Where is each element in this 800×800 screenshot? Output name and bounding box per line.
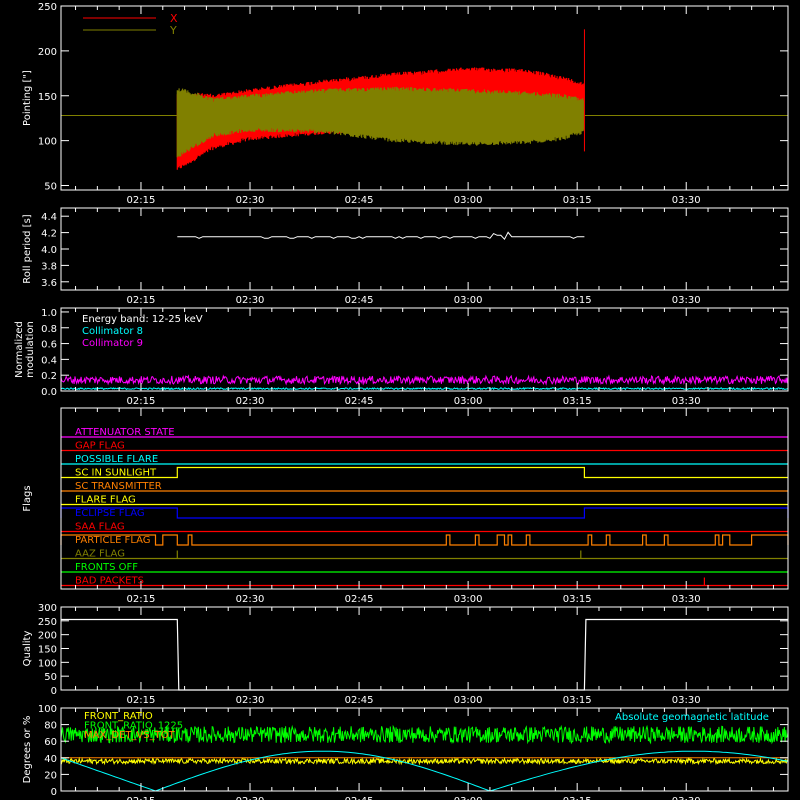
flags-xtick-label: 03:30 xyxy=(672,594,701,605)
flag-label: FLARE FLAG xyxy=(75,495,136,506)
modulation-annotation: Collimator 8 xyxy=(82,326,143,337)
pointing-xtick-label: 02:30 xyxy=(236,195,265,206)
ratios-xtick-label: 02:45 xyxy=(345,796,374,800)
roll-xtick-label: 03:30 xyxy=(672,295,701,306)
flag-label: BAD PACKETS xyxy=(75,576,144,587)
modulation-xtick-label: 03:00 xyxy=(454,396,483,407)
pointing-ylabel: Pointing ["] xyxy=(22,70,33,126)
pointing-ytick-label: 250 xyxy=(38,2,57,13)
modulation-xtick-label: 02:15 xyxy=(127,396,156,407)
pointing-xtick-label: 03:15 xyxy=(563,195,592,206)
modulation-xtick-label: 03:30 xyxy=(672,396,701,407)
ratios-ytick-label: 20 xyxy=(44,770,57,781)
modulation-annotation: Energy band: 12-25 keV xyxy=(82,314,203,325)
quality-xtick-label: 03:00 xyxy=(454,695,483,706)
quality-ytick-label: 250 xyxy=(38,617,57,628)
flags-xtick-label: 02:45 xyxy=(345,594,374,605)
pointing-ytick-label: 100 xyxy=(38,137,57,148)
ratios-ytick-label: 80 xyxy=(44,721,57,732)
roll-xtick-label: 03:00 xyxy=(454,295,483,306)
modulation-ytick-label: 0.8 xyxy=(41,324,57,335)
flag-label: ATTENUATOR STATE xyxy=(75,427,175,438)
flags-xtick-label: 02:15 xyxy=(127,594,156,605)
flag-label: PARTICLE FLAG xyxy=(75,535,151,546)
flag-label: AAZ FLAG xyxy=(75,549,125,560)
roll-ylabel: Roll period [s] xyxy=(22,214,33,283)
ratios-ytick-label: 60 xyxy=(44,737,57,748)
pointing-ytick-label: 200 xyxy=(38,47,57,58)
quality-ytick-label: 100 xyxy=(38,658,57,669)
roll-xtick-label: 03:15 xyxy=(563,295,592,306)
modulation-ytick-label: 0.0 xyxy=(41,387,57,398)
quality-ytick-label: 0 xyxy=(51,686,57,697)
ratios-legend-label: MAX_DET_VS_TOT xyxy=(84,730,176,741)
multi-panel-chart: 02:15 02:30 02:45 03:00 03:15 03:30 Pointing [… xyxy=(0,0,800,800)
ratios-xtick-label: 03:00 xyxy=(454,796,483,800)
roll-ytick-label: 4.4 xyxy=(41,212,57,223)
pointing-xtick-label: 02:15 xyxy=(127,195,156,206)
roll-ytick-label: 4.2 xyxy=(41,229,57,240)
ratios-xtick-label: 03:15 xyxy=(563,796,592,800)
flag-label: ECLIPSE FLAG xyxy=(75,508,145,519)
quality-ylabel: Quality xyxy=(22,631,33,667)
flag-label: GAP FLAG xyxy=(75,441,125,452)
roll-xtick-label: 02:45 xyxy=(345,295,374,306)
quality-xtick-label: 02:30 xyxy=(236,695,265,706)
quality-ytick-label: 200 xyxy=(38,631,57,642)
ratios-ylabel: Degrees or % xyxy=(22,716,33,784)
quality-xtick-label: 03:15 xyxy=(563,695,592,706)
flag-label: SAA FLAG xyxy=(75,522,125,533)
quality-ytick-label: 50 xyxy=(44,672,57,683)
flags-xtick-label: 03:15 xyxy=(563,594,592,605)
modulation-ytick-label: 0.6 xyxy=(41,340,57,351)
ratios-xtick-label: 02:15 xyxy=(127,796,156,800)
modulation-xtick-label: 02:30 xyxy=(236,396,265,407)
flags-xtick-label: 03:00 xyxy=(454,594,483,605)
flag-label: SC IN SUNLIGHT xyxy=(75,468,157,479)
modulation-annotation: Collimator 9 xyxy=(82,338,143,349)
roll-ytick-label: 4.0 xyxy=(41,245,57,256)
quality-xtick-label: 02:45 xyxy=(345,695,374,706)
ratios-ytick-label: 100 xyxy=(38,704,57,715)
quality-ytick-label: 150 xyxy=(38,645,57,656)
quality-xtick-label: 03:30 xyxy=(672,695,701,706)
roll-ytick-label: 3.8 xyxy=(41,261,57,272)
flag-label: FRONTS OFF xyxy=(75,562,138,573)
flag-label: SC TRANSMITTER xyxy=(75,481,162,492)
pointing-xtick-label: 03:00 xyxy=(454,195,483,206)
ratios-annotation: Absolute geomagnetic latitude xyxy=(615,712,769,723)
flags-xtick-label: 02:30 xyxy=(236,594,265,605)
quality-ytick-label: 300 xyxy=(38,603,57,614)
ratios-xtick-label: 03:30 xyxy=(672,796,701,800)
roll-ytick-label: 3.6 xyxy=(41,278,57,289)
roll-xtick-label: 02:30 xyxy=(236,295,265,306)
flags-ylabel: Flags xyxy=(22,485,33,511)
quality-xtick-label: 02:15 xyxy=(127,695,156,706)
modulation-xtick-label: 03:15 xyxy=(563,396,592,407)
modulation-xtick-label: 02:45 xyxy=(345,396,374,407)
modulation-ylabel-2: modulation xyxy=(25,321,36,378)
ratios-xtick-label: 02:30 xyxy=(236,796,265,800)
flag-label: POSSIBLE FLARE xyxy=(75,454,158,465)
modulation-ytick-label: 0.2 xyxy=(41,371,57,382)
pointing-ytick-label: 50 xyxy=(44,182,57,193)
pointing-xtick-label: 02:45 xyxy=(345,195,374,206)
modulation-ylabel-1: Normalized xyxy=(14,321,25,378)
ratios-ytick-label: 40 xyxy=(44,754,57,765)
pointing-xtick-label: 03:30 xyxy=(672,195,701,206)
pointing-ytick-label: 150 xyxy=(38,92,57,103)
ratios-ytick-label: 0 xyxy=(51,787,57,798)
legend-label-Y: Y xyxy=(169,24,177,37)
modulation-ytick-label: 0.4 xyxy=(41,355,57,366)
roll-xtick-label: 02:15 xyxy=(127,295,156,306)
modulation-ytick-label: 1.0 xyxy=(41,308,57,319)
